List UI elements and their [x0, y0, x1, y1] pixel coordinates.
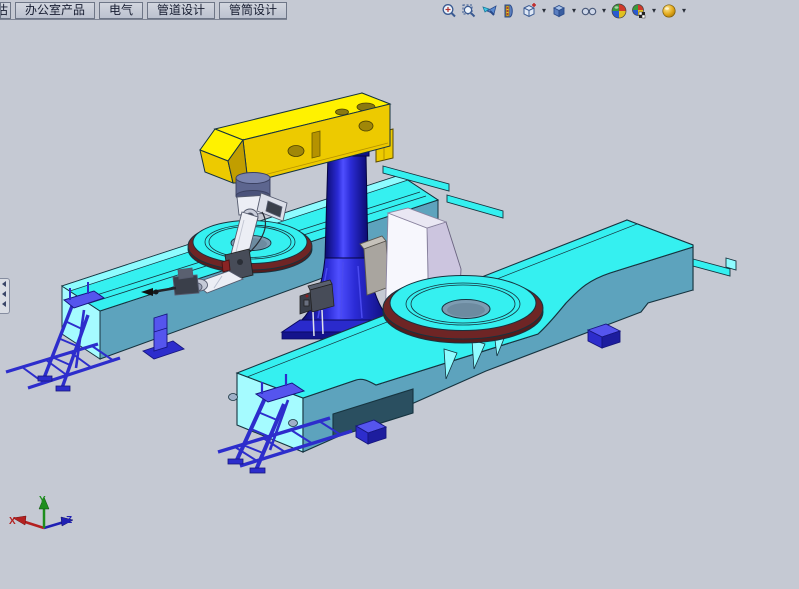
dropdown-arrow[interactable]: ▾	[540, 2, 548, 20]
previous-view-icon[interactable]	[480, 2, 498, 20]
triad-x-label: X	[9, 516, 16, 527]
section-view-icon[interactable]	[500, 2, 518, 20]
model-viewport[interactable]: X Z Y	[0, 0, 799, 589]
panel-expand-toggle[interactable]	[0, 278, 10, 314]
triad-y-label: Y	[39, 495, 46, 506]
zoom-to-fit-icon[interactable]	[440, 2, 458, 20]
view-settings-icon[interactable]	[660, 2, 678, 20]
tab-office-products[interactable]: 办公室产品	[15, 2, 95, 19]
display-style-icon[interactable]	[550, 2, 568, 20]
command-manager-tabs: 估 办公室产品 电气 管道设计 管筒设计	[0, 2, 287, 20]
zoom-to-area-icon[interactable]	[460, 2, 478, 20]
chevron-left-icon	[2, 281, 6, 287]
rotary-ring-right[interactable]	[383, 276, 543, 344]
hide-show-items-icon[interactable]	[580, 2, 598, 20]
tab-piping-design[interactable]: 管道设计	[147, 2, 215, 19]
tab-evaluate-partial[interactable]: 估	[0, 2, 11, 19]
dropdown-arrow[interactable]: ▾	[680, 2, 688, 20]
chevron-left-icon	[2, 291, 6, 297]
chevron-left-icon	[2, 301, 6, 307]
apply-scene-icon[interactable]	[630, 2, 648, 20]
tab-evaluate-partial-label: 估	[0, 3, 8, 18]
cad-application-window: { "window": { "application": "3D CAD vie…	[0, 0, 799, 589]
triad-z-label: Z	[66, 515, 72, 526]
dropdown-arrow[interactable]: ▾	[570, 2, 578, 20]
dropdown-arrow[interactable]: ▾	[600, 2, 608, 20]
tab-electrical[interactable]: 电气	[99, 2, 143, 19]
tab-tubing-design[interactable]: 管筒设计	[219, 2, 287, 19]
dropdown-arrow[interactable]: ▾	[650, 2, 658, 20]
view-orientation-icon[interactable]	[520, 2, 538, 20]
heads-up-view-toolbar: ▾ ▾ ▾	[440, 1, 688, 21]
edit-appearance-icon[interactable]	[610, 2, 628, 20]
orientation-triad: X Z Y	[9, 495, 73, 528]
cross-plank-right[interactable]	[693, 258, 736, 276]
